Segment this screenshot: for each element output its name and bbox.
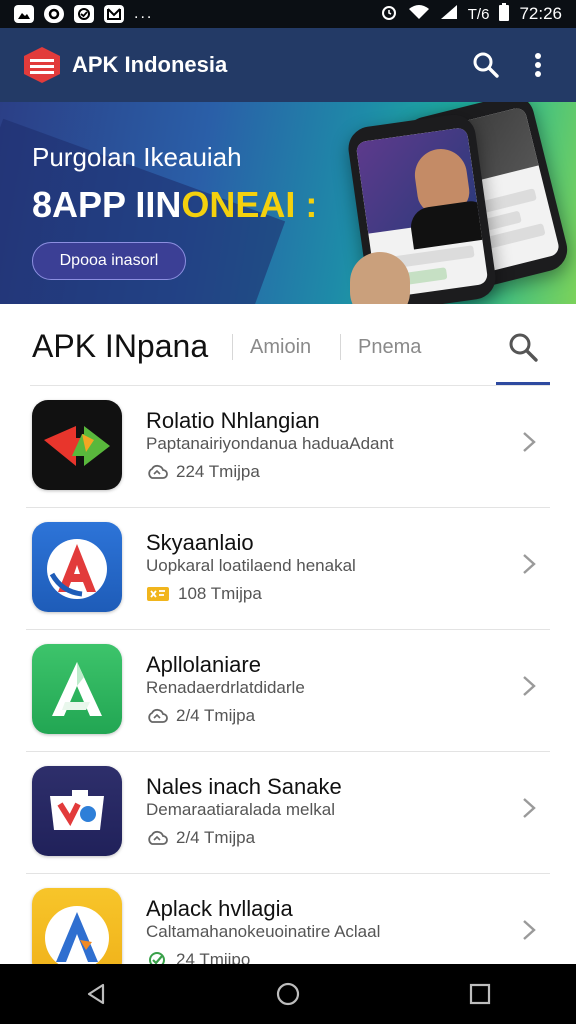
mail-icon [104,5,124,23]
recents-square-icon [469,983,491,1005]
a-green-logo-icon [32,644,122,734]
cloud-icon [148,708,168,723]
tab-amioin[interactable]: Amioin [250,336,311,359]
chevron-right-icon[interactable] [514,910,544,950]
recents-button[interactable] [450,972,510,1016]
list-item[interactable]: Nales inach Sanake Demaraatiaralada melk… [26,752,550,874]
badge-icon [147,587,169,601]
message-icon [74,5,94,23]
home-button[interactable] [258,972,318,1016]
app-name: Skyaanlaio [146,530,254,555]
chevron-right-icon[interactable] [514,788,544,828]
chevron-right-icon[interactable] [514,666,544,706]
back-button[interactable] [66,972,126,1016]
list-item[interactable]: Rolatio Nhlangian Paptanairiyondanua had… [26,386,550,508]
app-downloads: 224 Tmijpa [176,462,260,481]
app-list: Rolatio Nhlangian Paptanairiyondanua had… [0,386,576,995]
alarm-icon [380,3,398,26]
overflow-menu-button[interactable] [516,43,560,87]
clock: 72:26 [519,4,562,23]
app-name: Aplack hvllagia [146,896,293,921]
app-meta: 108 Tmijpa [146,584,262,604]
chevron-right-icon[interactable] [514,422,544,462]
chevron-right-icon[interactable] [514,544,544,584]
app-description: Uopkaral loatilaend henakal [146,556,356,575]
record-icon [44,5,64,23]
system-nav-bar [0,964,576,1024]
app-meta: 2/4 Tmijpa [146,706,255,726]
app-downloads: 2/4 Tmijpa [176,706,256,725]
signal-icon [440,4,458,25]
wifi-icon [408,4,430,25]
app-description: Renadaerdrlatdidarle [146,678,305,697]
tab-bar: APK INpana Amioin Pnema [0,304,576,386]
banner-title: 8APP IINONEAI : [32,184,317,226]
app-downloads: 108 Tmijpa [178,584,262,603]
banner-cta-button[interactable]: Dpooa inasorl [32,242,186,280]
tab-apk[interactable]: APK INpana [32,328,208,365]
app-meta: 224 Tmijpa [146,462,260,482]
app-downloads: 2/4 Tmijpa [176,828,256,847]
app-bar: APK Indonesia [0,28,576,102]
camera-logo-icon [32,766,122,856]
app-name: Rolatio Nhlangian [146,408,320,433]
network-type: T/6 [467,5,490,23]
banner-headline: Purgolan Ikeauiah [32,142,242,172]
gallery-icon [14,5,34,23]
cloud-icon [148,830,168,845]
tab-pnema[interactable]: Pnema [358,336,421,359]
list-item[interactable]: Apllolaniare Renadaerdrlatdidarle 2/4 Tm… [26,630,550,752]
tab-divider [232,334,233,360]
tab-search-button[interactable] [496,322,550,372]
app-name: Apllolaniare [146,652,261,677]
tab-divider [340,334,341,360]
more-vert-icon [535,53,541,77]
cloud-icon [148,464,168,479]
app-description: Demaraatiaralada melkal [146,800,335,819]
app-logo-icon [24,47,60,83]
search-button[interactable] [464,43,508,87]
battery-icon [499,2,510,26]
app-name: Nales inach Sanake [146,774,342,799]
search-icon [473,52,499,78]
banner-title-highlight: ONEAI : [181,184,318,225]
list-item[interactable]: Skyaanlaio Uopkaral loatilaend henakal 1… [26,508,550,630]
more-notifications: ... [134,5,154,22]
status-bar: ... T/6 72:26 [0,0,576,28]
a-circle-logo-icon [32,522,122,612]
app-meta: 2/4 Tmijpa [146,828,255,848]
home-circle-icon [276,982,300,1006]
search-icon [509,333,538,362]
back-triangle-icon [87,983,105,1005]
arrows-logo-icon [32,400,122,490]
app-description: Caltamahanokeuoinatire Aclaal [146,922,381,941]
banner-title-main: 8APP IIN [32,184,182,225]
app-description: Paptanairiyondanua haduaAdant [146,434,394,453]
app-title: APK Indonesia [72,52,228,77]
hand-illustration [350,252,410,304]
promo-banner[interactable]: Purgolan Ikeauiah 8APP IINONEAI : Dpooa … [0,102,576,304]
